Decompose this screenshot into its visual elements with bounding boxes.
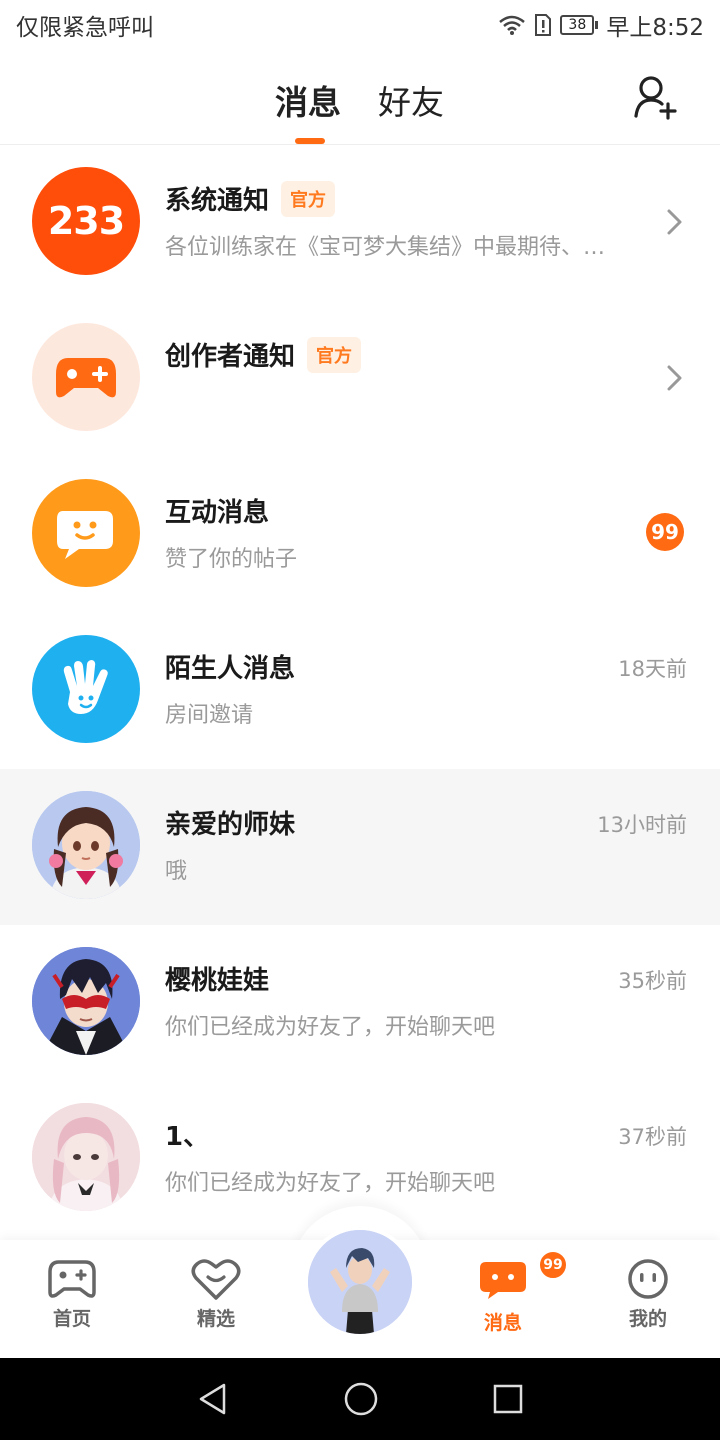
list-item-interactions[interactable]: 互动消息 赞了你的帖子 99 <box>0 457 720 613</box>
recents-icon[interactable] <box>492 1383 524 1415</box>
row-subtitle: 你们已经成为好友了，开始聊天吧 <box>165 1171 496 1196</box>
wifi-icon <box>498 14 526 36</box>
anime-girl-avatar <box>32 791 140 899</box>
chevron-right-icon <box>667 209 682 235</box>
masked-character-avatar <box>32 947 140 1055</box>
official-badge: 官方 <box>281 180 336 217</box>
row-title: 系统通知 官方 <box>165 180 336 217</box>
row-time: 37秒前 <box>618 1125 687 1149</box>
sim-alert-icon <box>534 13 552 37</box>
home-circle-icon[interactable] <box>343 1381 379 1417</box>
row-time: 13小时前 <box>597 813 687 837</box>
system-233-avatar: 233 <box>32 167 140 275</box>
list-item-creator-notice[interactable]: 创作者通知 官方 <box>0 301 720 457</box>
nav-mine-label: 我的 <box>628 1308 667 1330</box>
nav-messages[interactable]: 99 消息 <box>453 1250 568 1335</box>
clock: 早上8:52 <box>606 15 704 41</box>
nav-mine[interactable]: 我的 <box>598 1258 698 1331</box>
add-friend-button[interactable] <box>632 72 682 122</box>
system-nav-bar <box>0 1358 720 1440</box>
nav-messages-icon-wrap: 99 <box>478 1250 568 1304</box>
gamepad-icon <box>48 1260 96 1298</box>
row-title: 樱桃娃娃 <box>165 966 270 996</box>
nav-featured[interactable]: 精选 <box>166 1258 266 1331</box>
character-avatar <box>308 1230 412 1334</box>
row-title: 1、 <box>165 1122 210 1152</box>
nav-featured-label: 精选 <box>196 1308 235 1330</box>
header: 消息 好友 <box>0 50 720 145</box>
status-icons: 38 早上8:52 <box>498 8 704 42</box>
face-icon <box>628 1259 668 1299</box>
pink-character-avatar <box>32 1103 140 1211</box>
battery-icon: 38 <box>560 15 599 35</box>
nav-home[interactable]: 首页 <box>22 1258 122 1331</box>
nav-center-avatar-button[interactable] <box>304 1226 416 1338</box>
row-title: 亲爱的师妹 <box>165 810 296 840</box>
carrier-text: 仅限紧急呼叫 <box>16 15 154 41</box>
row-subtitle: 你们已经成为好友了，开始聊天吧 <box>165 1015 496 1040</box>
row-subtitle: 房间邀请 <box>165 703 254 728</box>
list-item-system-notice[interactable]: 233 系统通知 官方 各位训练家在《宝可梦大集结》中最期待、… <box>0 145 720 301</box>
row-title: 陌生人消息 <box>165 654 296 684</box>
list-item-chat-cherry-doll[interactable]: 樱桃娃娃 你们已经成为好友了，开始聊天吧 35秒前 <box>0 925 720 1081</box>
list-item-chat-senior-sister[interactable]: 亲爱的师妹 哦 13小时前 <box>0 769 720 925</box>
tab-messages[interactable]: 消息 <box>275 76 341 124</box>
status-bar: 仅限紧急呼叫 38 早上8:52 <box>0 0 720 50</box>
waving-hand-icon <box>32 635 140 743</box>
conversation-list: 233 系统通知 官方 各位训练家在《宝可梦大集结》中最期待、… 创作者通知 官… <box>0 145 720 1237</box>
nav-messages-label: 消息 <box>483 1312 522 1334</box>
list-item-stranger-messages[interactable]: 陌生人消息 房间邀请 18天前 <box>0 613 720 769</box>
row-title: 互动消息 <box>165 498 270 528</box>
unread-count-badge: 99 <box>646 513 684 551</box>
row-time: 18天前 <box>618 657 687 681</box>
nav-unread-badge: 99 <box>538 1250 568 1280</box>
chevron-right-icon <box>667 365 682 391</box>
row-subtitle: 各位训练家在《宝可梦大集结》中最期待、… <box>165 235 606 260</box>
row-subtitle: 赞了你的帖子 <box>165 547 298 572</box>
back-icon[interactable] <box>196 1382 230 1416</box>
official-badge: 官方 <box>307 336 362 373</box>
row-title: 创作者通知 官方 <box>165 336 362 373</box>
row-time: 35秒前 <box>618 969 687 993</box>
heart-chat-icon <box>191 1259 241 1300</box>
nav-home-label: 首页 <box>52 1308 91 1330</box>
add-person-icon <box>634 76 677 120</box>
row-subtitle: 哦 <box>165 859 188 884</box>
message-icon <box>480 1262 526 1299</box>
gamepad-plus-icon <box>32 323 140 431</box>
smile-chat-icon <box>32 479 140 587</box>
tab-friends[interactable]: 好友 <box>378 76 444 124</box>
active-tab-indicator <box>295 138 325 144</box>
